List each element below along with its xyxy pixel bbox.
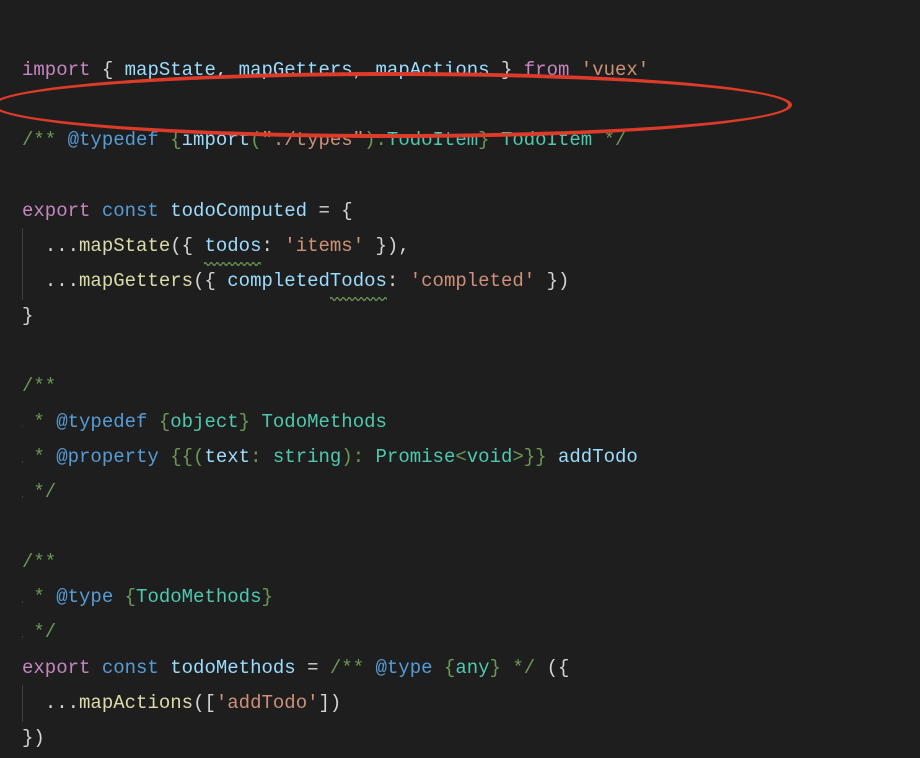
- code-line: export const todoComputed = {: [22, 200, 353, 222]
- code-line-typedef-import: /** @typedef {import("./types").TodoItem…: [22, 129, 626, 151]
- code-line: */: [22, 621, 56, 643]
- code-line: ...mapState({ todos: 'items' }),: [22, 235, 410, 257]
- code-line: /**: [22, 551, 56, 573]
- code-line: * @type {TodoMethods}: [22, 586, 273, 608]
- code-line: */: [22, 481, 56, 503]
- code-line: /**: [22, 375, 56, 397]
- code-line: * @property {{(text: string): Promise<vo…: [22, 446, 638, 468]
- code-line: }): [22, 727, 45, 749]
- code-line: import { mapState, mapGetters, mapAction…: [22, 59, 649, 81]
- code-line: * @typedef {object} TodoMethods: [22, 411, 387, 433]
- code-line: ...mapGetters({ completedTodos: 'complet…: [22, 270, 569, 292]
- code-line: export const todoMethods = /** @type {an…: [22, 657, 569, 679]
- code-block: import { mapState, mapGetters, mapAction…: [22, 18, 898, 756]
- code-line: }: [22, 305, 33, 327]
- code-line: ...mapActions(['addTodo']): [22, 692, 341, 714]
